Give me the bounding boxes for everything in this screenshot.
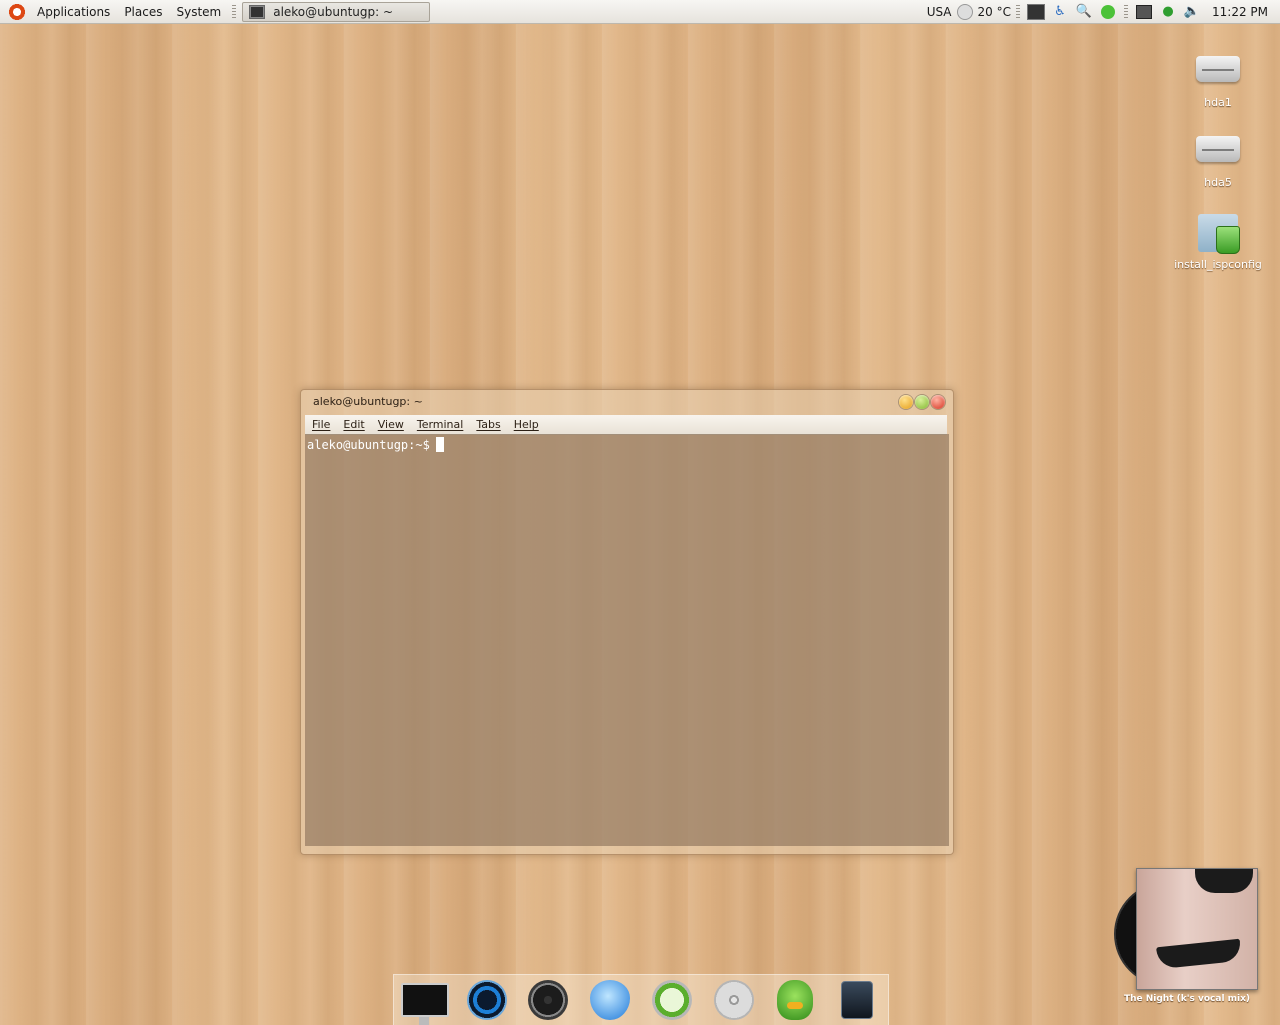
folder-icon [1196,210,1240,254]
safari-icon [651,980,692,1020]
desktop-icon-hda1[interactable]: hda1 [1168,56,1268,109]
messenger-icon[interactable] [1099,3,1117,21]
top-panel: Applications Places System aleko@ubuntug… [0,0,1280,24]
monitor-icon [400,983,449,1025]
workspace-display-icon[interactable] [1135,3,1153,21]
menu-file[interactable]: File [305,418,336,431]
drive-icon [1196,56,1240,82]
menu-terminal[interactable]: Terminal [410,418,470,431]
dock-item-safari[interactable] [648,976,696,1024]
prompt-text: aleko@ubuntugp:~$ [307,438,430,452]
panel-handle [232,4,237,19]
panel-handle [1016,4,1020,19]
panel-handle [1124,4,1128,19]
now-playing-widget[interactable]: The Night (k's vocal mix) [1114,868,1260,1008]
dock-item-monitor[interactable] [400,976,449,1025]
dvd-icon [713,980,754,1020]
menu-edit[interactable]: Edit [336,418,370,431]
panel-clock[interactable]: 11:22 PM [1204,5,1280,19]
speaker-icon [841,981,874,1019]
ubuntu-logo-icon[interactable] [8,2,26,21]
temperature-readout[interactable]: 20 °C [975,5,1014,19]
menu-tabs[interactable]: Tabs [469,418,506,431]
desktop-icon-install-ispconfig[interactable]: install_ispconfig [1168,210,1268,271]
desktop-icon-hda5[interactable]: hda5 [1168,136,1268,189]
taskbar-button-label: aleko@ubuntugp: ~ [273,4,394,19]
album-cover [1136,868,1258,990]
terminal-output[interactable]: aleko@ubuntugp:~$ [305,434,949,846]
dashboard-icon [528,980,569,1020]
video-chat-icon [590,980,631,1020]
shell-prompt: aleko@ubuntugp:~$ [307,437,444,452]
desktop-icon-label: install_ispconfig [1174,258,1262,271]
dock-item-messenger[interactable] [771,976,819,1024]
now-playing-caption: The Night (k's vocal mix) [1123,994,1251,1004]
terminal-menubar: File Edit View Terminal Tabs Help [305,415,947,435]
terminal-icon [249,4,266,19]
menu-places[interactable]: Places [117,5,169,19]
menu-system[interactable]: System [169,5,228,19]
desktop-icon-label: hda5 [1204,176,1232,189]
network-status-icon[interactable]: ● [1159,3,1177,21]
dock-item-video-chat[interactable] [586,976,634,1024]
accessibility-icon[interactable]: ♿ [1051,3,1069,21]
duck-messenger-icon [777,980,814,1020]
terminal-window[interactable]: aleko@ubuntugp: ~ File Edit View Termina… [300,389,954,855]
dock-item-dvd[interactable] [710,976,758,1024]
volume-icon[interactable]: 🔈 [1183,3,1201,21]
maximize-icon[interactable] [915,395,929,409]
menu-view[interactable]: View [371,418,410,431]
text-cursor [435,437,444,452]
window-controls [897,395,945,409]
minimize-icon[interactable] [899,395,913,409]
system-monitor-icon[interactable] [1027,3,1045,21]
dock-item-media-player[interactable] [463,976,511,1024]
menu-applications[interactable]: Applications [30,5,117,19]
dock [393,974,889,1025]
dock-item-speaker[interactable] [833,976,881,1024]
drive-icon [1196,136,1240,162]
window-title: aleko@ubuntugp: ~ [313,395,423,408]
desktop-icon-label: hda1 [1204,96,1232,109]
taskbar-button-terminal[interactable]: aleko@ubuntugp: ~ [242,1,431,22]
keyboard-layout-indicator[interactable]: USA [924,5,955,19]
system-tray: USA 20 °C ♿ 🔍 ● 🔈 11:22 PM [924,0,1280,24]
dock-item-dashboard[interactable] [524,976,572,1024]
close-icon[interactable] [931,395,945,409]
search-icon[interactable]: 🔍 [1075,3,1093,21]
menu-help[interactable]: Help [507,418,545,431]
media-player-icon [466,980,507,1020]
weather-icon[interactable] [956,3,973,20]
